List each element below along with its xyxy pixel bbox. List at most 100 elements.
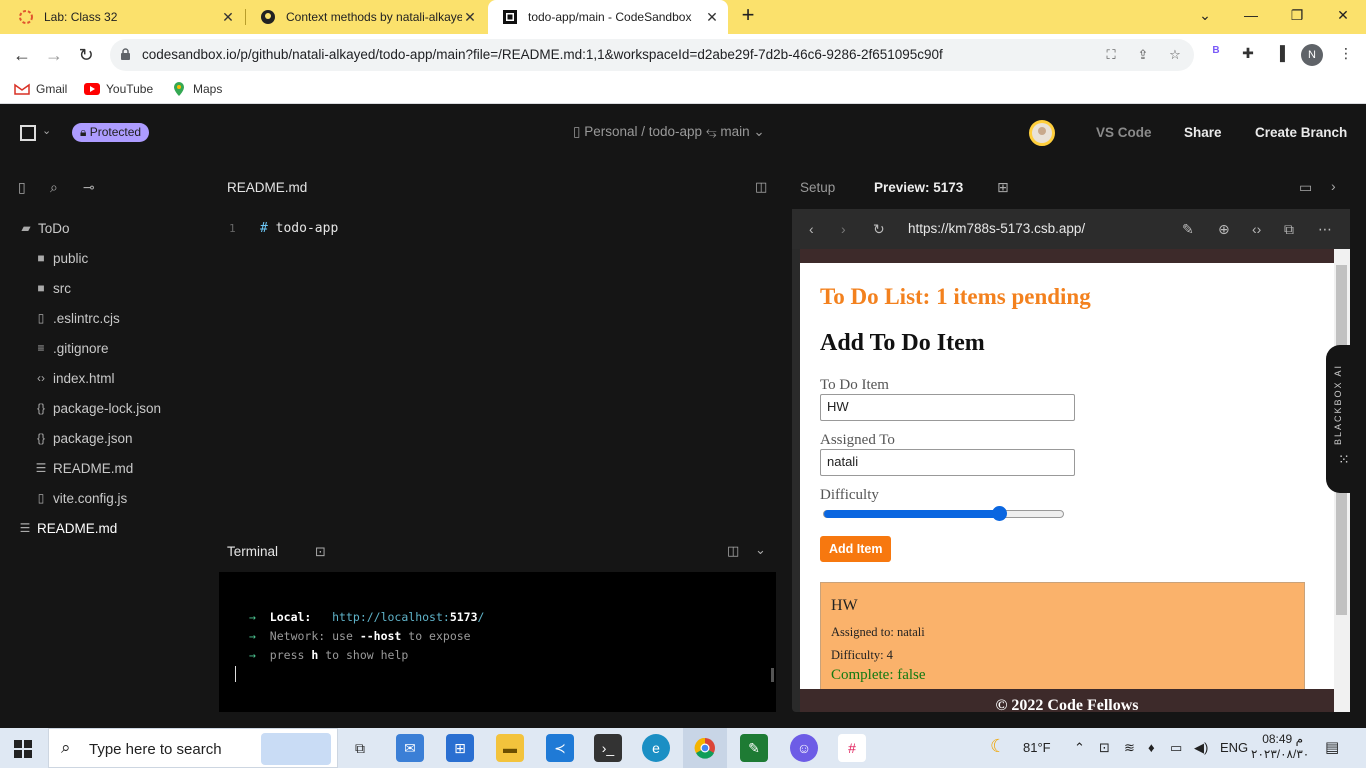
extension-b-icon[interactable]: B — [1206, 45, 1226, 65]
git-icon[interactable]: ⊸ — [83, 179, 95, 196]
vscode-button[interactable]: VS Code — [1096, 125, 1152, 140]
slider-thumb[interactable] — [992, 506, 1007, 521]
tab-github-context-methods[interactable]: Context methods by natali-alkaye ✕ — [246, 0, 486, 34]
slack-icon[interactable]: # — [838, 734, 866, 762]
assigned-to-input[interactable]: natali — [820, 449, 1075, 476]
profile-avatar[interactable]: N — [1301, 44, 1323, 66]
side-panel-icon[interactable]: ▐ — [1270, 45, 1290, 65]
split-terminal-icon[interactable]: ◫ — [727, 543, 739, 559]
discord-icon[interactable]: ☺ — [790, 734, 818, 762]
devtools-code-icon[interactable]: ‹› — [1252, 221, 1261, 237]
card-complete-toggle[interactable]: Complete: false — [831, 667, 926, 684]
store-icon[interactable]: ⊞ — [446, 734, 474, 762]
tree-item-open-readme[interactable]: ☰ README.md — [17, 516, 118, 540]
tray-up-chevron-icon[interactable]: ⌃ — [1074, 740, 1085, 756]
search-icon[interactable]: ⌕ — [50, 179, 58, 196]
edge-icon[interactable]: e — [642, 734, 670, 762]
close-icon[interactable]: ✕ — [220, 9, 236, 25]
forward-icon[interactable]: › — [841, 221, 846, 237]
chrome-icon[interactable] — [683, 728, 727, 768]
task-view-icon[interactable]: ⧉ — [346, 734, 374, 762]
address-bar[interactable]: codesandbox.io/p/github/natali-alkayed/t… — [110, 39, 1194, 71]
battery-icon[interactable]: ▭ — [1170, 740, 1182, 756]
terminal-output[interactable]: → Local: http://localhost:5173/ → Networ… — [219, 572, 776, 712]
weather-moon-icon[interactable]: ☾ — [990, 736, 1006, 757]
more-icon[interactable]: ⋯ — [1318, 221, 1332, 238]
terminal-app-icon[interactable]: ›_ — [594, 734, 622, 762]
bookmark-star-icon[interactable]: ☆ — [1166, 47, 1184, 63]
files-icon[interactable]: ▯ — [18, 179, 26, 196]
pin-icon[interactable]: ✎ — [1182, 221, 1194, 238]
close-icon[interactable]: ✕ — [462, 9, 478, 25]
meet-icon[interactable]: ⊡ — [1099, 740, 1110, 756]
minimize-button[interactable]: — — [1228, 0, 1274, 30]
forward-button[interactable]: → — [42, 43, 66, 67]
vscode-icon[interactable]: ≺ — [546, 734, 574, 762]
crosshair-icon[interactable]: ⊕ — [1218, 221, 1230, 238]
tree-root-todo[interactable]: ▰ ToDo — [18, 216, 69, 240]
reload-button[interactable]: ↻ — [74, 43, 98, 67]
tree-item-gitignore[interactable]: ≡ .gitignore — [33, 336, 108, 360]
protected-badge[interactable]: 🔒︎ Protected — [72, 123, 150, 142]
bookmark-youtube[interactable]: YouTube — [84, 82, 153, 96]
user-avatar[interactable] — [1029, 120, 1055, 146]
layout-icon[interactable]: ▭ — [1299, 179, 1312, 196]
code-line[interactable]: # todo-app — [260, 221, 338, 236]
extensions-puzzle-icon[interactable]: ✚ — [1238, 45, 1258, 65]
terminal-icon[interactable]: ⊡ — [315, 544, 326, 560]
todo-item-input[interactable]: HW — [820, 394, 1075, 421]
tab-setup[interactable]: Setup — [800, 180, 835, 195]
codesandbox-logo-icon[interactable] — [20, 125, 36, 141]
tree-item-public[interactable]: ■ public — [33, 246, 88, 270]
tree-item-vite-config[interactable]: ▯ vite.config.js — [33, 486, 128, 510]
back-button[interactable]: ← — [10, 43, 34, 67]
weather-temp[interactable]: 81°F — [1023, 740, 1051, 755]
share-icon[interactable]: ⇪ — [1134, 47, 1152, 63]
tree-item-readme[interactable]: ☰ README.md — [33, 456, 134, 480]
microphone-icon[interactable]: ♦ — [1148, 740, 1155, 755]
menu-kebab-icon[interactable]: ⋮ — [1336, 45, 1356, 65]
blackbox-ai-widget[interactable]: BLACKBOX AI ⁙ — [1326, 345, 1366, 493]
translate-icon[interactable]: ⛶ — [1102, 47, 1120, 63]
bookmark-maps[interactable]: Maps — [171, 82, 222, 96]
split-editor-icon[interactable]: ◫ — [755, 179, 767, 195]
tab-codesandbox[interactable]: todo-app/main - CodeSandbox ✕ — [488, 0, 728, 34]
tab-search-chevron-icon[interactable]: ⌄ — [1182, 0, 1228, 30]
chevron-down-icon[interactable]: ⌄ — [42, 124, 51, 137]
tab-lab-class-32[interactable]: Lab: Class 32 ✕ — [4, 0, 244, 34]
taskbar-search[interactable]: ⌕ Type here to search — [48, 728, 338, 768]
editor-tab-title[interactable]: README.md — [227, 180, 307, 195]
refresh-icon[interactable]: ↻ — [873, 221, 885, 238]
tree-item-index-html[interactable]: ‹› index.html — [33, 366, 115, 390]
volume-icon[interactable]: ◀) — [1194, 740, 1208, 756]
wifi-icon[interactable]: ≋ — [1124, 740, 1135, 756]
tree-item-src[interactable]: ■ src — [33, 276, 71, 300]
preview-url[interactable]: https://km788s-5173.csb.app/ — [908, 221, 1085, 236]
notifications-icon[interactable]: ▤ — [1325, 738, 1339, 756]
clock[interactable]: 08:49 م ٢٠٢٣/٠٨/٣٠ — [1251, 732, 1309, 762]
tab-preview[interactable]: Preview: 5173 — [874, 180, 963, 195]
difficulty-slider[interactable] — [823, 506, 1064, 521]
chevron-right-icon[interactable]: › — [1331, 178, 1336, 194]
mail-icon[interactable]: ✉ — [396, 734, 424, 762]
tree-item-eslintrc[interactable]: ▯ .eslintrc.cjs — [33, 306, 120, 330]
tree-item-package-json[interactable]: {} package.json — [33, 426, 133, 450]
bookmark-gmail[interactable]: Gmail — [14, 82, 67, 96]
notepad-icon[interactable]: ✎ — [740, 734, 768, 762]
language-indicator[interactable]: ENG — [1220, 740, 1248, 755]
terminal-title[interactable]: Terminal — [227, 544, 278, 559]
add-tab-icon[interactable]: ⊞ — [997, 179, 1009, 196]
add-item-button[interactable]: Add Item — [820, 536, 892, 562]
create-branch-button[interactable]: Create Branch — [1255, 125, 1347, 140]
tree-item-package-lock[interactable]: {} package-lock.json — [33, 396, 161, 420]
restore-button[interactable]: ❐ — [1274, 0, 1320, 30]
terminal-scrollbar[interactable] — [771, 668, 774, 682]
back-icon[interactable]: ‹ — [809, 221, 814, 237]
windows-start-icon[interactable] — [14, 740, 32, 761]
chevron-down-icon[interactable]: ⌄ — [755, 542, 766, 558]
close-icon[interactable]: ✕ — [704, 9, 720, 25]
share-button[interactable]: Share — [1184, 125, 1222, 140]
open-window-icon[interactable]: ⧉ — [1284, 221, 1294, 238]
new-tab-button[interactable]: + — [737, 4, 759, 27]
close-window-button[interactable]: ✕ — [1320, 0, 1366, 30]
